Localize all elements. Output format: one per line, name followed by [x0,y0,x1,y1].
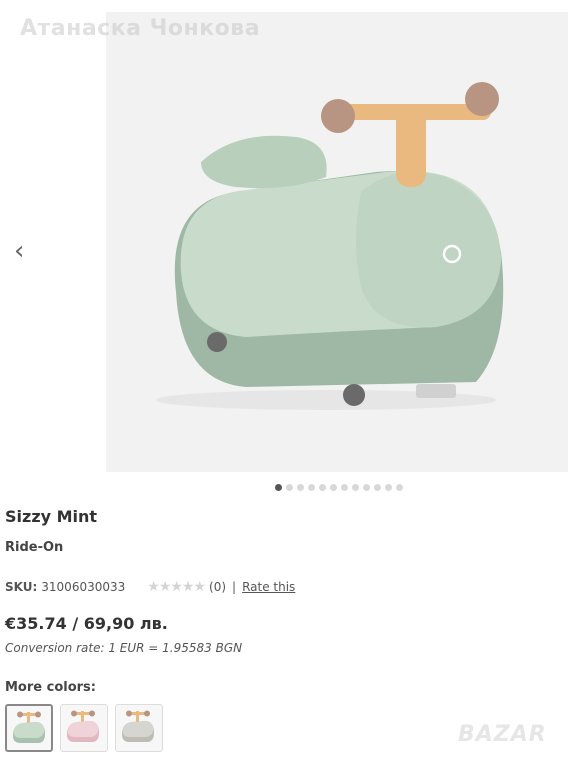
rate-this-link[interactable]: Rate this [242,580,295,594]
conversion-rate: Conversion rate: 1 EUR = 1.95583 BGN [5,641,243,655]
sku-rating-row: SKU: 31006030033 ★★★★★ (0) | Rate this [5,579,295,595]
pagination-dot[interactable] [396,484,403,491]
pagination-dot[interactable] [297,484,304,491]
pagination-dot[interactable] [308,484,315,491]
product-image[interactable] [106,12,568,472]
sku-label: SKU: [5,580,38,594]
pagination-dot[interactable] [319,484,326,491]
color-swatch-pink[interactable] [60,704,108,752]
product-price: €35.74 / 69,90 лв. [5,614,168,633]
more-colors-label: More colors: [5,680,96,695]
brand-logo: BAZAR [458,722,547,747]
ride-on-toy-illustration [156,82,504,410]
pagination-dot[interactable] [385,484,392,491]
gallery-pagination [275,484,403,491]
product-gallery: Атанаска Чонкова ‹ [0,0,568,500]
product-category: Ride-On [5,540,64,555]
color-swatches [5,704,163,752]
color-swatch-mint[interactable] [5,704,53,752]
pagination-dot[interactable] [275,484,282,491]
pagination-dot[interactable] [341,484,348,491]
product-title: Sizzy Mint [5,507,98,526]
pagination-dot[interactable] [352,484,359,491]
sku-value: 31006030033 [41,580,126,594]
review-count: (0) [209,580,227,594]
watermark-text: Атанаска Чонкова [20,16,261,41]
pagination-dot[interactable] [330,484,337,491]
pagination-dot[interactable] [363,484,370,491]
chevron-left-icon[interactable]: ‹ [14,236,24,266]
pagination-dot[interactable] [374,484,381,491]
color-swatch-grey[interactable] [115,704,163,752]
separator: | [232,580,237,594]
star-rating-icon: ★★★★★ [147,579,206,595]
pagination-dot[interactable] [286,484,293,491]
